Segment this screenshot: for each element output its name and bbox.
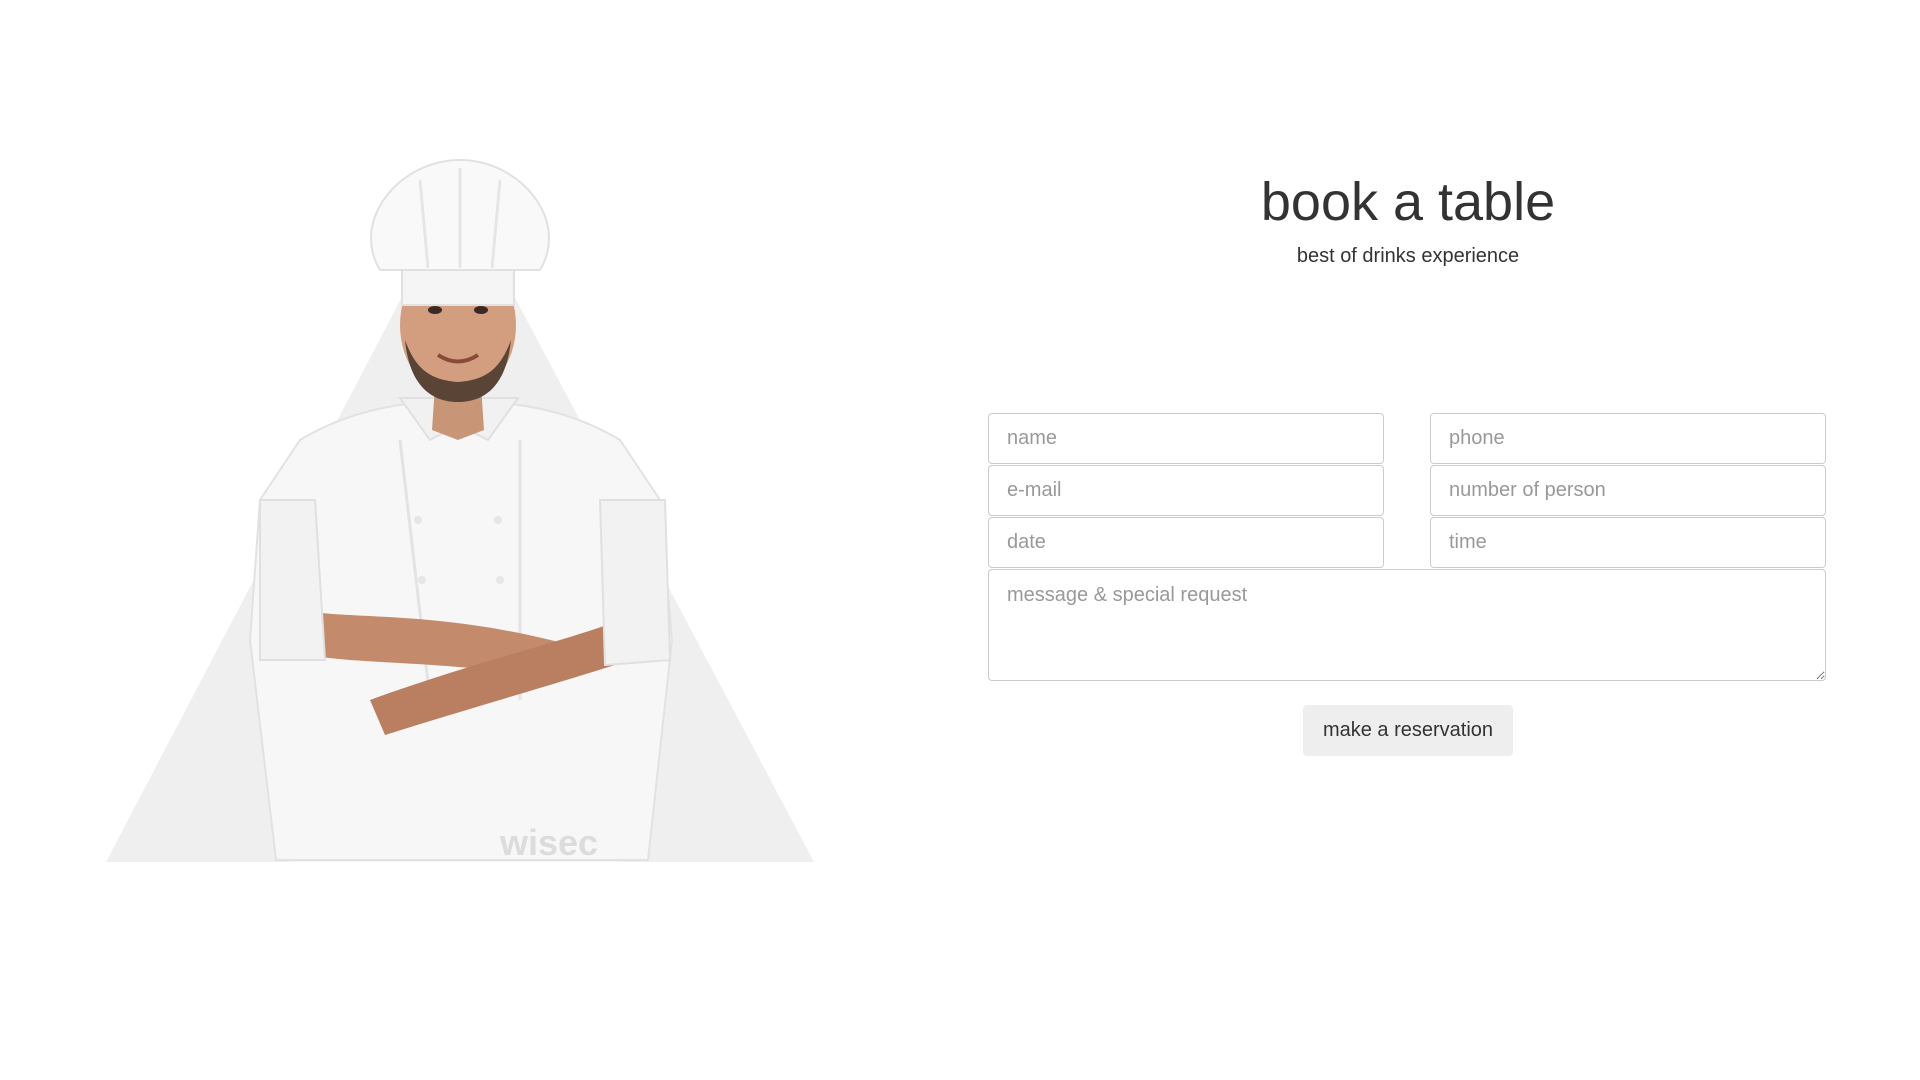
- chef-image: wisec: [106, 158, 814, 863]
- name-input[interactable]: [988, 412, 1384, 464]
- number-of-person-input[interactable]: [1430, 464, 1826, 516]
- make-reservation-button[interactable]: make a reservation: [1302, 704, 1514, 756]
- time-input[interactable]: [1430, 516, 1826, 568]
- email-input[interactable]: [988, 464, 1384, 516]
- date-input[interactable]: [988, 516, 1384, 568]
- chef-hero: wisec: [100, 140, 820, 870]
- phone-input[interactable]: [1430, 412, 1826, 464]
- reservation-page: wisec book a table best of drinks experi…: [0, 0, 1920, 1080]
- booking-panel: book a table best of drinks experience m…: [988, 170, 1828, 756]
- watermark-text: wisec: [499, 822, 598, 863]
- page-subtitle: best of drinks experience: [1296, 244, 1520, 267]
- page-title: book a table: [1260, 172, 1556, 232]
- message-textarea[interactable]: [988, 568, 1826, 681]
- submit-container: make a reservation: [988, 704, 1828, 756]
- reservation-form: [988, 412, 1828, 681]
